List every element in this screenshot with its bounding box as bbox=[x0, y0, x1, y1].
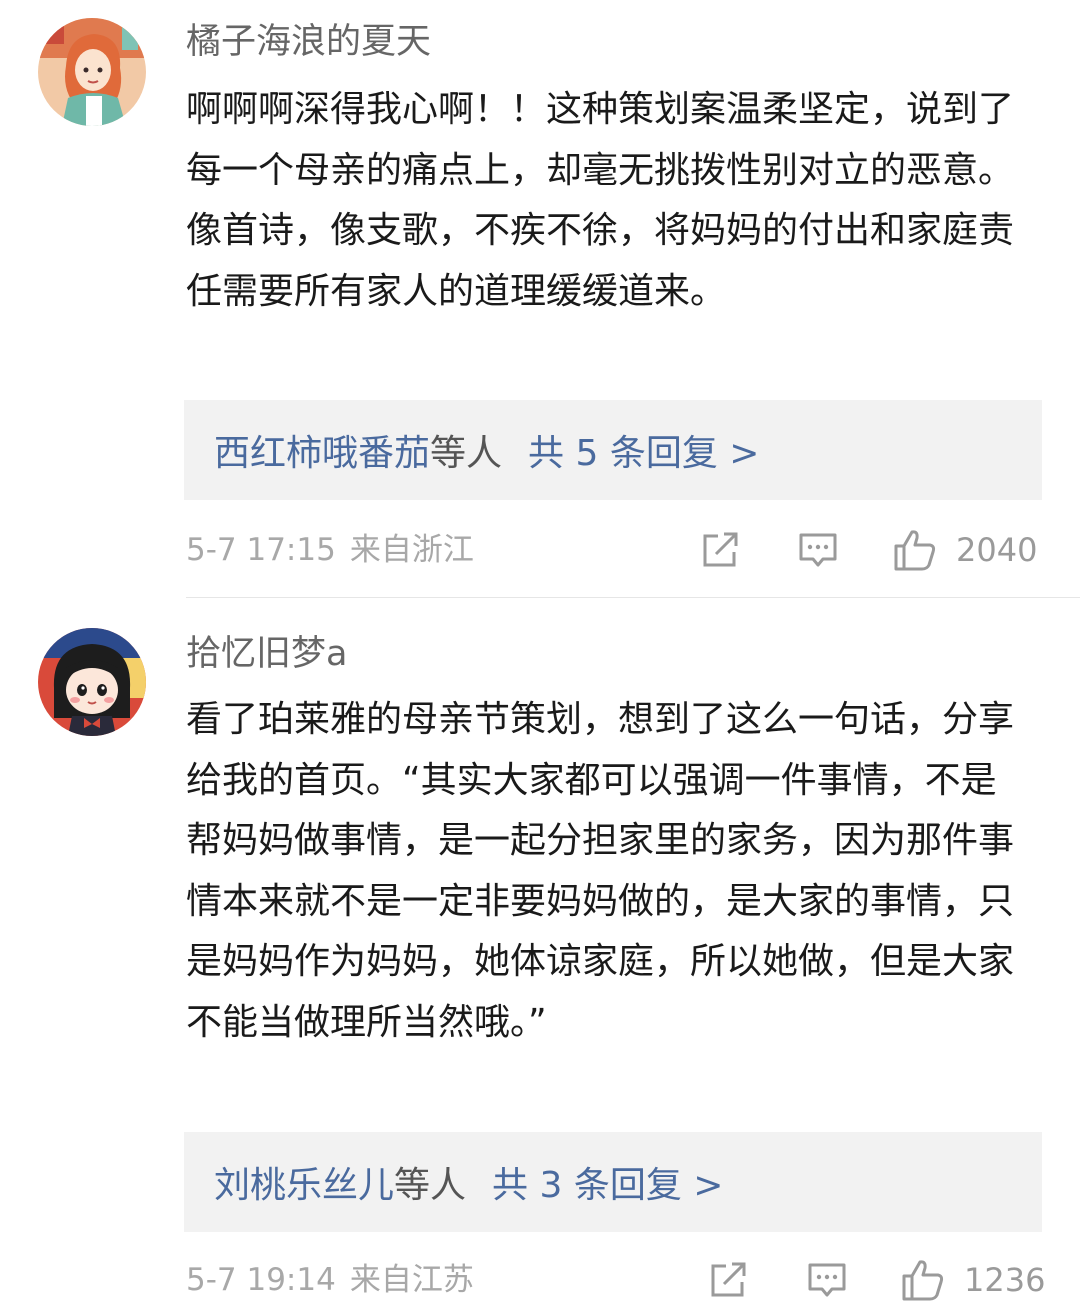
share-button[interactable] bbox=[708, 1260, 750, 1300]
reply-button[interactable] bbox=[806, 1260, 848, 1300]
like-count: 1236 bbox=[964, 1261, 1046, 1299]
reply-users-suffix: 等人 bbox=[430, 433, 503, 474]
reply-count-link[interactable]: 共 3 条回复 > bbox=[492, 1156, 723, 1208]
replies-preview[interactable]: 西红柿哦番茄 等人共 5 条回复 > bbox=[184, 400, 1042, 500]
avatar[interactable] bbox=[38, 18, 146, 126]
thumbs-up-icon bbox=[894, 530, 936, 571]
thumbs-up-icon bbox=[902, 1260, 944, 1301]
avatar[interactable] bbox=[38, 628, 146, 736]
share-icon bbox=[711, 1262, 746, 1297]
reply-count-link[interactable]: 共 5 条回复 > bbox=[528, 424, 759, 476]
comment-item: 橘子海浪的夏天 啊啊啊深得我心啊！！这种策划案温柔坚定，说到了每一个母亲的痛点上… bbox=[0, 0, 1080, 598]
comment-icon bbox=[799, 533, 837, 567]
reply-users-suffix: 等人 bbox=[394, 1165, 467, 1206]
share-button[interactable] bbox=[700, 530, 742, 570]
comment-location: 来自浙江 bbox=[349, 532, 474, 568]
comment-meta: 5-7 19:14 来自江苏 bbox=[186, 1260, 474, 1300]
like-button[interactable]: 1236 bbox=[900, 1258, 1045, 1302]
comment-location: 来自江苏 bbox=[349, 1262, 474, 1298]
username[interactable]: 橘子海浪的夏天 bbox=[186, 20, 431, 64]
avatar-girl-black-hair-icon bbox=[38, 628, 146, 736]
comment-meta: 5-7 17:15 来自浙江 bbox=[186, 530, 474, 570]
replies-preview[interactable]: 刘桃乐丝儿 等人共 3 条回复 > bbox=[184, 1132, 1042, 1232]
comment-text: 啊啊啊深得我心啊！！这种策划案温柔坚定，说到了每一个母亲的痛点上，却毫无挑拨性别… bbox=[186, 89, 1015, 312]
comment-item: 拾忆旧梦a 看了珀莱雅的母亲节策划，想到了这么一句话，分享给我的首页。“其实大家… bbox=[0, 598, 1080, 1312]
comment-time: 5-7 19:14 bbox=[186, 1262, 336, 1298]
username[interactable]: 拾忆旧梦a bbox=[186, 632, 347, 676]
like-button[interactable]: 2040 bbox=[892, 528, 1037, 572]
reply-user-names[interactable]: 西红柿哦番茄 bbox=[214, 424, 430, 476]
like-count: 2040 bbox=[956, 531, 1038, 569]
comment-icon bbox=[808, 1263, 846, 1297]
reply-user-names[interactable]: 刘桃乐丝儿 bbox=[214, 1156, 394, 1208]
comment-text: 看了珀莱雅的母亲节策划，想到了这么一句话，分享给我的首页。“其实大家都可以强调一… bbox=[186, 699, 1015, 1043]
share-icon bbox=[703, 532, 738, 567]
avatar-girl-orange-hair-icon bbox=[38, 18, 146, 126]
comment-time: 5-7 17:15 bbox=[186, 532, 336, 568]
reply-button[interactable] bbox=[797, 530, 839, 570]
